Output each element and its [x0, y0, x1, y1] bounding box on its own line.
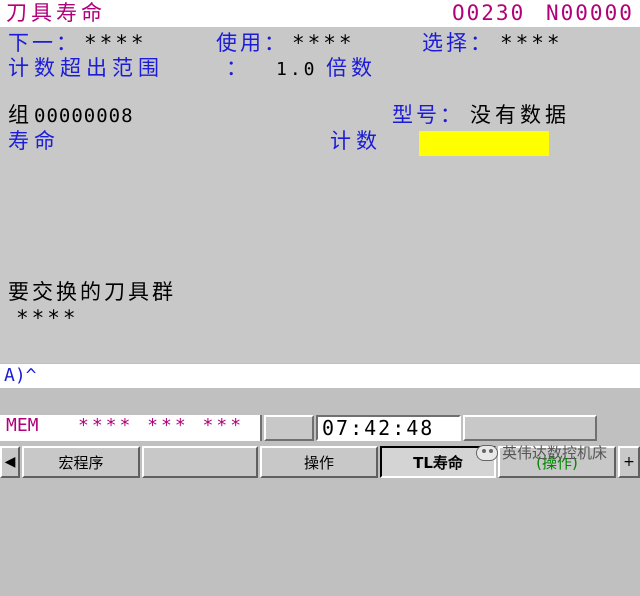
watermark: 英伟达数控机床	[476, 442, 607, 463]
sequence-number: N00000	[546, 1, 634, 25]
status-bar: MEM **** *** *** 07:42:48	[0, 412, 640, 443]
status-blank-2	[463, 415, 597, 441]
next-label: 下一：	[8, 31, 80, 55]
softkey-tool-life-label: TL寿命	[413, 453, 463, 472]
wechat-icon	[476, 444, 498, 461]
title-bar: 刀具寿命 O0230 N00000	[0, 0, 640, 27]
next-value: ****	[84, 31, 147, 55]
left-arrow-icon: ◀	[4, 454, 16, 470]
status-blank-1	[264, 415, 314, 441]
over-count-colon: ：	[226, 56, 247, 80]
use-value: ****	[292, 31, 355, 55]
tool-group-change-label: 要交换的刀具群	[8, 280, 176, 304]
clock-display: 07:42:48	[316, 415, 461, 441]
softkey-left-arrow[interactable]: ◀	[0, 446, 20, 478]
mode-status: MEM **** *** ***	[0, 415, 262, 441]
plus-icon: +	[623, 454, 635, 470]
mode-text: MEM	[6, 415, 39, 436]
count-input-cursor[interactable]	[419, 131, 549, 156]
count-label: 计数	[330, 129, 382, 153]
main-panel: 下一： **** 使用： **** 选择： **** 计数超出范围 ： 1.0 …	[0, 27, 640, 363]
over-count-label: 计数超出范围	[8, 56, 164, 80]
watermark-text: 英伟达数控机床	[502, 444, 608, 462]
softkey-blank[interactable]	[142, 446, 258, 478]
over-count-value: 1.0	[276, 59, 318, 80]
state-fields: **** *** ***	[78, 415, 245, 436]
softkey-operation-label: 操作	[303, 453, 334, 472]
life-label: 寿命	[8, 129, 60, 153]
screen-title: 刀具寿命	[6, 1, 106, 25]
input-prompt: A)^	[4, 365, 37, 386]
group-label: 组	[8, 103, 29, 127]
clock-text: 07:42:48	[322, 416, 435, 440]
type-label: 型号：	[392, 103, 464, 127]
softkey-macro-label: 宏程序	[58, 453, 104, 472]
over-count-unit: 倍数	[326, 56, 376, 80]
select-value: ****	[500, 31, 563, 55]
program-number: O0230	[452, 1, 526, 25]
select-label: 选择：	[422, 31, 494, 55]
key-input-line[interactable]: A)^	[0, 364, 640, 388]
type-value: 没有数据	[470, 103, 570, 127]
tool-group-change-value: ****	[16, 306, 79, 330]
softkey-operation[interactable]: 操作	[260, 446, 378, 478]
softkey-macro[interactable]: 宏程序	[22, 446, 140, 478]
softkey-right-arrow[interactable]: +	[618, 446, 640, 478]
use-label: 使用：	[216, 31, 288, 55]
group-value: 00000008	[34, 105, 134, 127]
